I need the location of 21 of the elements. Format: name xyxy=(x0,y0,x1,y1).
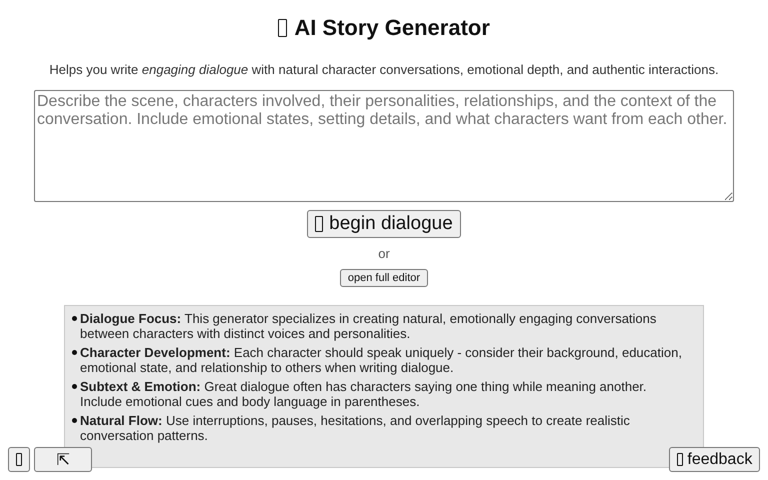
begin-dialogue-button[interactable]: begin dialogue xyxy=(307,210,461,238)
missing-glyph-icon xyxy=(676,453,684,466)
bullet-icon xyxy=(72,384,77,389)
tip-text: Subtext & Emotion: Great dialogue often has characters saying one thing while meaning another. Include emotional cues and body language in parentheses. xyxy=(80,379,648,409)
bullet-icon xyxy=(72,316,77,321)
bullet-icon xyxy=(72,350,77,355)
tip-text: Natural Flow: Use interruptions, pauses, hesitations, and overlapping speech to create realistic conversation patterns. xyxy=(80,413,631,443)
emoji-button[interactable] xyxy=(8,447,30,472)
page-title: AI Story Generator xyxy=(294,15,490,41)
missing-glyph-icon xyxy=(16,453,22,466)
missing-glyph-icon xyxy=(315,216,324,232)
feedback-button[interactable]: feedback xyxy=(669,447,760,472)
full-editor-button[interactable]: open full editor xyxy=(340,269,428,287)
scene-description-field[interactable]: Describe the scene, characters involved, their personalities, relationships, and the context of the conversation. Include emotional states, setting details, and what characters want from each other. xyxy=(34,90,734,202)
or-separator: or xyxy=(378,246,390,261)
tip-text: Dialogue Focus: This generator specializes in creating natural, emotionally engaging conversations between characters with distinct voices and personalities. xyxy=(80,311,658,341)
tip-text: Character Development: Each character should speak uniquely - consider their background, education, emotional state, and relationship to others when writing dialogue. xyxy=(80,345,683,375)
expand-button[interactable]: ⇱ xyxy=(34,447,92,472)
bullet-icon xyxy=(72,418,77,423)
missing-glyph-icon xyxy=(278,19,288,37)
page-subtitle: Helps you write engaging dialogue with natural character conversations, emotional depth, and authentic interactions. xyxy=(48,62,720,77)
